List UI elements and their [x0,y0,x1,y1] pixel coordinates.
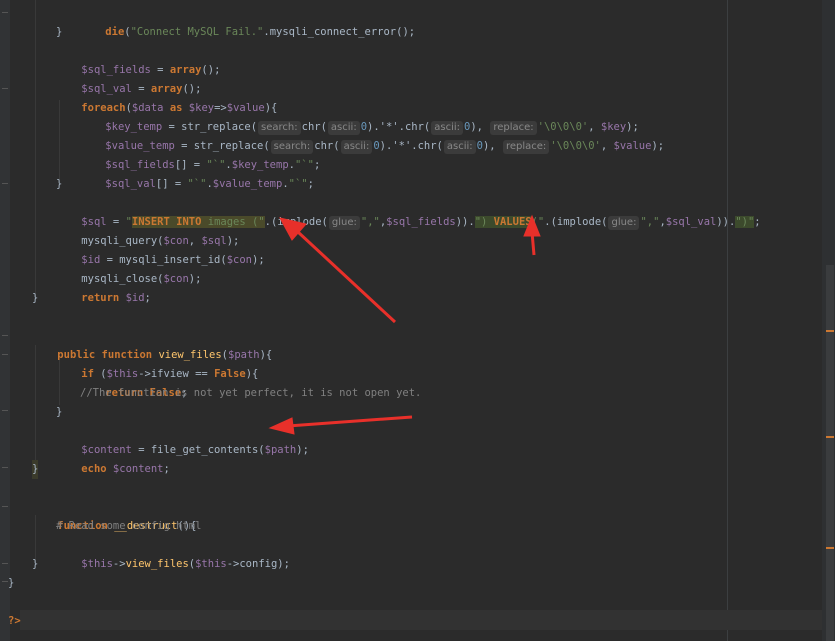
parameter-hint: glue: [608,216,640,230]
comment: # Read some config html [56,520,202,532]
code-editor[interactable]: die("Connect MySQL Fail.".mysqli_connect… [0,0,835,641]
code-line[interactable]: $value_temp = str_replace(search: chr(asc… [80,118,664,154]
code-line[interactable]: } [56,403,62,422]
code-line[interactable]: return False; [80,365,187,399]
scrollbar-thumb[interactable] [826,265,834,641]
php-close-tag: ?> [8,615,21,627]
code-line[interactable]: $this->view_files($this->config); [56,536,290,570]
function-call: mysqli_connect_error [269,26,397,38]
code-line[interactable]: $sql_val = array(); [56,61,201,95]
code-line[interactable]: return $id; [56,270,151,304]
error-stripe-mark[interactable] [826,330,834,332]
fold-marker[interactable] [2,410,8,411]
code-line[interactable]: ?> [8,612,21,631]
sql-keyword: VALUES [493,216,532,228]
keyword: die [105,26,125,38]
code-line[interactable]: if ($this->ifview == False){ [56,346,258,380]
code-line[interactable]: } [32,555,38,574]
code-line[interactable]: //The function is not yet perfect, it is… [80,384,421,403]
fold-marker[interactable] [2,506,8,507]
parameter-hint: glue: [328,216,360,230]
code-line[interactable]: $key_temp = str_replace(search: chr(ascii… [80,99,639,135]
comment: //The function is not yet perfect, it is… [80,387,422,399]
code-line[interactable]: $content = file_get_contents($path); [56,422,309,456]
code-line[interactable]: } [32,460,39,479]
annotation-arrow-2 [530,231,536,256]
code-line[interactable]: function __destruct(){ [32,498,196,532]
string: "Connect MySQL Fail." [130,26,264,38]
indent-guide [35,0,36,300]
code-line[interactable]: die("Connect MySQL Fail.".mysqli_connect… [80,4,415,38]
code-line[interactable]: public function view_files($path){ [32,327,272,361]
code-line[interactable]: foreach($data as $key=>$value){ [56,80,277,114]
code-line[interactable]: } [56,175,62,194]
fold-marker[interactable] [2,12,8,13]
parameter-hint: replace: [502,140,550,154]
code-line[interactable]: # Read some config html [56,517,201,536]
fold-marker[interactable] [2,354,8,355]
current-line-highlight [20,610,822,630]
code-line[interactable]: $sql_fields[] = "`".$key_temp."`"; [80,137,320,171]
code-line[interactable]: $id = mysqli_insert_id($con); [56,232,264,266]
parameter-hint: ascii: [340,140,373,154]
code-line[interactable]: mysqli_query($con, $sql); [56,213,239,247]
code-line[interactable]: $sql = "INSERT INTO images (".(implode(g… [56,194,761,230]
right-margin-guide [727,0,728,641]
fold-marker[interactable] [2,563,8,564]
fold-marker[interactable] [2,335,8,336]
error-stripe-mark[interactable] [826,547,834,549]
code-line[interactable]: echo $content; [56,441,170,475]
code-line[interactable]: } [32,289,38,308]
fold-marker[interactable] [2,183,8,184]
fold-marker[interactable] [2,467,8,468]
parameter-hint: ascii: [443,140,476,154]
code-line[interactable]: } [56,23,62,42]
annotation-arrow-1 [296,230,397,324]
gutter [0,0,10,641]
code-line[interactable]: $sql_fields = array(); [56,42,220,76]
fold-marker[interactable] [2,88,8,89]
code-line[interactable]: mysqli_close($con); [56,251,201,285]
code-line[interactable]: $sql_val[] = "`".$value_temp."`"; [80,156,314,190]
error-stripe-mark[interactable] [826,436,834,438]
code-line[interactable]: } [8,574,14,593]
